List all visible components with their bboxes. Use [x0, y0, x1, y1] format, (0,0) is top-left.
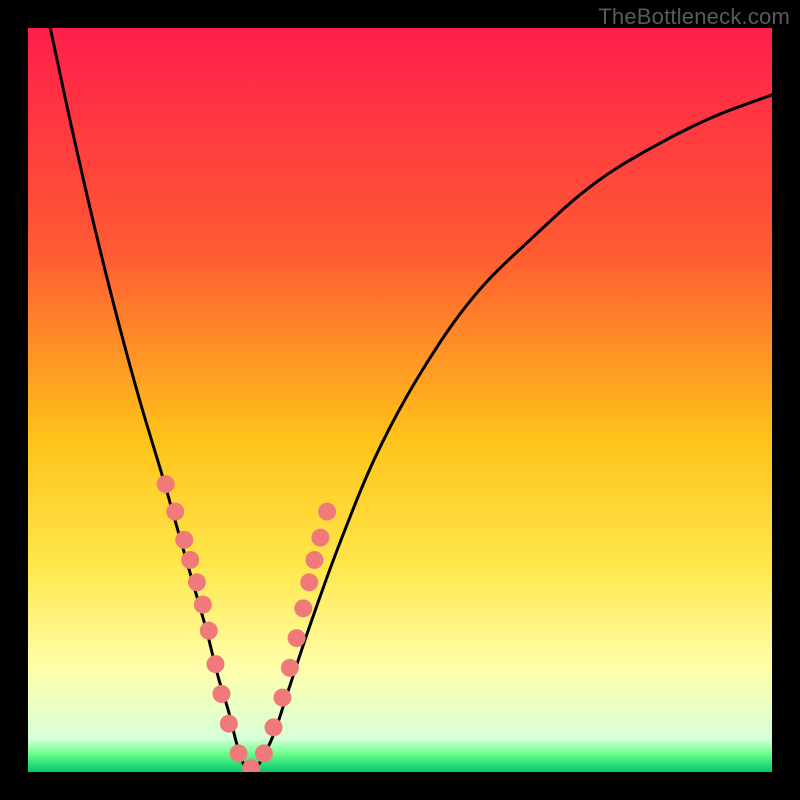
plot-area — [28, 28, 772, 772]
marker-dot — [300, 573, 318, 591]
marker-dot — [200, 622, 218, 640]
chart-svg — [28, 28, 772, 772]
marker-dot — [318, 503, 336, 521]
marker-dot — [212, 685, 230, 703]
marker-dot — [294, 599, 312, 617]
chart-frame: TheBottleneck.com — [0, 0, 800, 800]
marker-dot — [166, 503, 184, 521]
marker-dot — [194, 596, 212, 614]
marker-dot — [255, 744, 273, 762]
marker-dot — [206, 655, 224, 673]
marker-dot — [220, 715, 238, 733]
marker-dot — [305, 551, 323, 569]
watermark-label: TheBottleneck.com — [598, 4, 790, 30]
marker-dot — [311, 529, 329, 547]
marker-dot — [230, 744, 248, 762]
marker-dot — [273, 689, 291, 707]
marker-dot — [188, 573, 206, 591]
marker-dot — [175, 531, 193, 549]
marker-dot — [265, 718, 283, 736]
marker-dot — [157, 475, 175, 493]
marker-dot — [281, 659, 299, 677]
marker-dot — [181, 551, 199, 569]
marker-dot — [288, 629, 306, 647]
